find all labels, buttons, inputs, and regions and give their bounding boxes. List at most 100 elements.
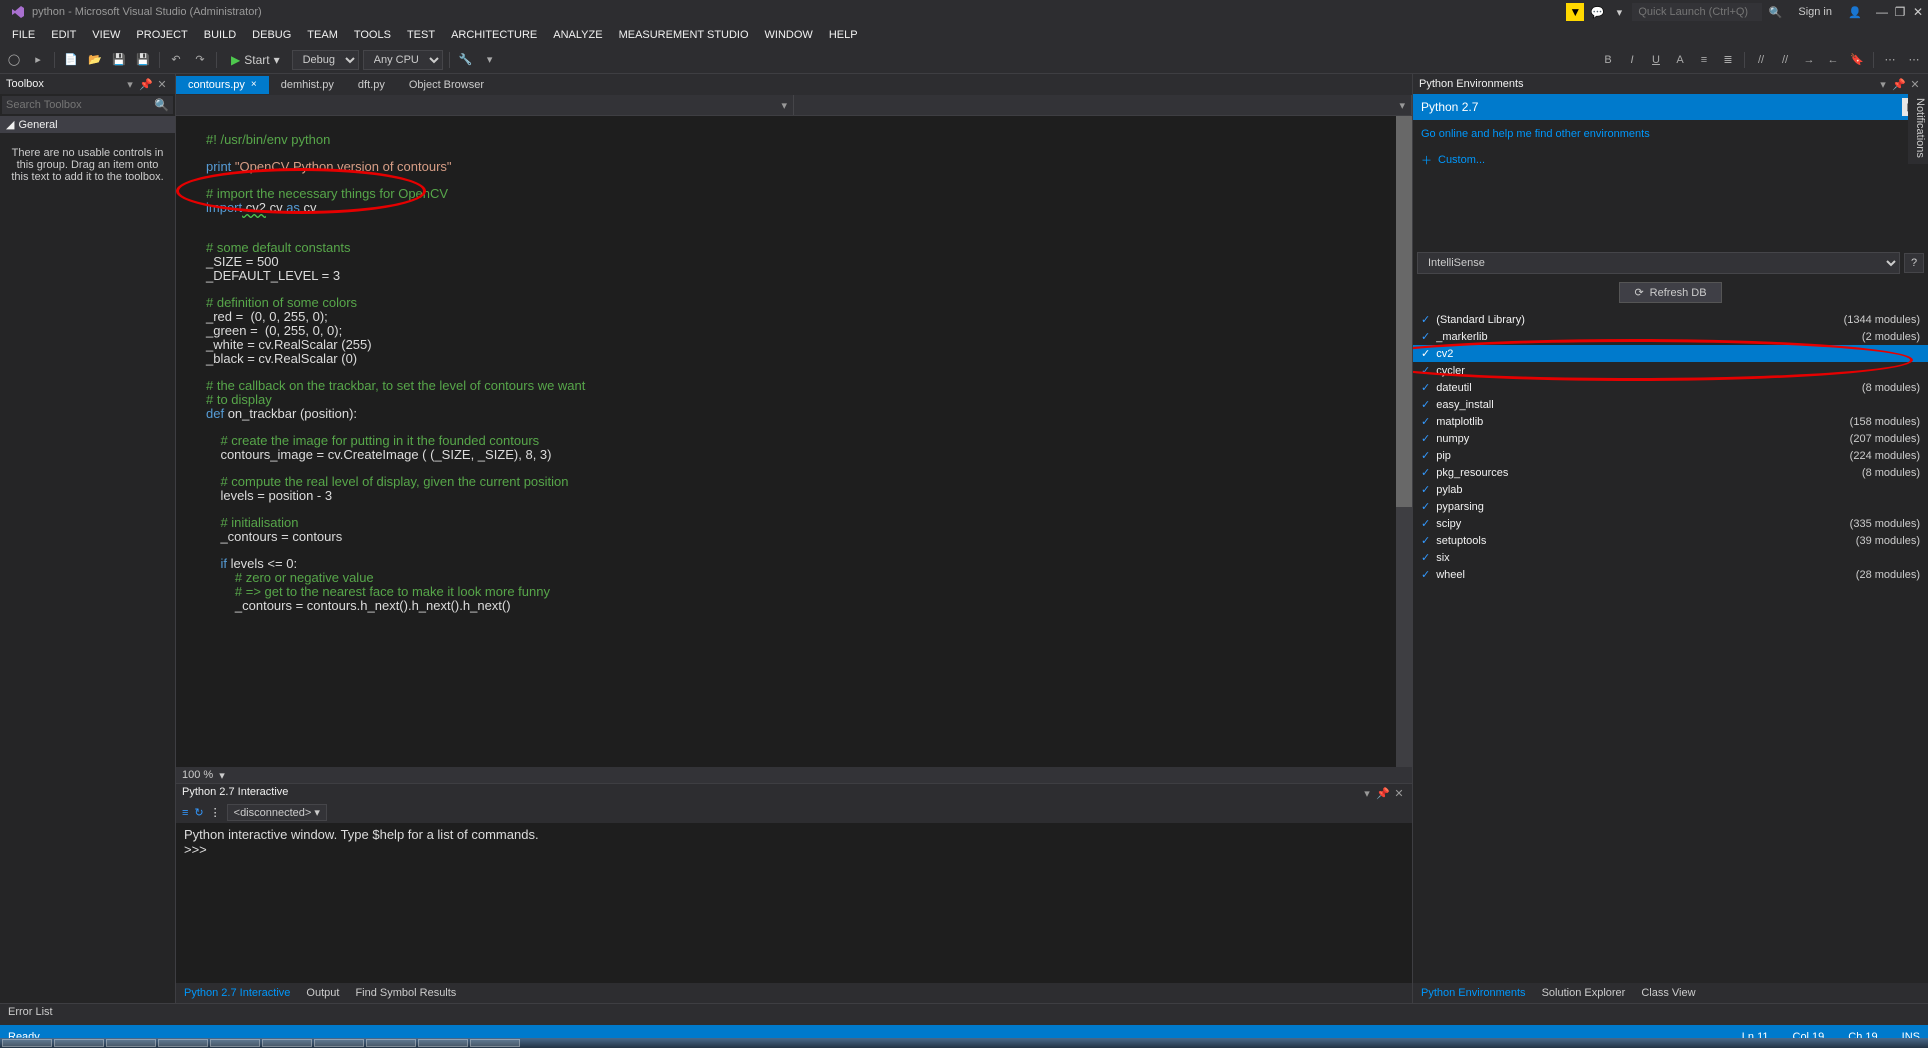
- indent-button[interactable]: →: [1799, 50, 1819, 70]
- panel-dropdown-icon[interactable]: ▾: [1360, 786, 1374, 800]
- module-item-pylab[interactable]: ✓pylab: [1413, 481, 1928, 498]
- taskbar-item[interactable]: [418, 1039, 468, 1047]
- bottom-tab-output[interactable]: Output: [298, 985, 347, 1001]
- interactive-repl[interactable]: Python interactive window. Type $help fo…: [176, 823, 1412, 983]
- open-file-button[interactable]: 📂: [85, 50, 105, 70]
- bottom-tab-interactive[interactable]: Python 2.7 Interactive: [176, 985, 298, 1001]
- minimize-button[interactable]: —: [1876, 6, 1888, 18]
- search-icon[interactable]: 🔍: [154, 98, 169, 112]
- platform-select[interactable]: Any CPU: [363, 50, 443, 70]
- search-icon[interactable]: 🔍: [1766, 3, 1784, 21]
- taskbar-item[interactable]: [262, 1039, 312, 1047]
- interactive-state-combo[interactable]: <disconnected> ▾: [227, 804, 327, 821]
- menu-tools[interactable]: TOOLS: [346, 27, 399, 43]
- tab-dft[interactable]: dft.py: [346, 76, 397, 94]
- env-custom-link[interactable]: ＋ Custom...: [1413, 148, 1928, 172]
- module-item-cv2[interactable]: ✓cv2: [1413, 345, 1928, 362]
- account-icon[interactable]: 👤: [1846, 3, 1864, 21]
- bold-button[interactable]: B: [1598, 50, 1618, 70]
- undo-button[interactable]: ↶: [166, 50, 186, 70]
- module-item-pyparsing[interactable]: ✓pyparsing: [1413, 498, 1928, 515]
- save-button[interactable]: 💾: [109, 50, 129, 70]
- save-all-button[interactable]: 💾: [133, 50, 153, 70]
- menu-debug[interactable]: DEBUG: [244, 27, 299, 43]
- module-item-dateutil[interactable]: ✓dateutil(8 modules): [1413, 379, 1928, 396]
- panel-pin-icon[interactable]: 📌: [1376, 786, 1390, 800]
- refresh-db-button[interactable]: ⟳ Refresh DB: [1619, 282, 1721, 303]
- taskbar-item[interactable]: [158, 1039, 208, 1047]
- zoom-value[interactable]: 100 %: [182, 769, 213, 781]
- extra-icon[interactable]: ⋯: [1880, 50, 1900, 70]
- panel-close-icon[interactable]: ✕: [155, 77, 169, 91]
- font-color-button[interactable]: A: [1670, 50, 1690, 70]
- new-project-button[interactable]: 📄: [61, 50, 81, 70]
- right-tab-solution[interactable]: Solution Explorer: [1534, 985, 1634, 1001]
- taskbar[interactable]: [0, 1038, 1928, 1048]
- panel-pin-icon[interactable]: 📌: [139, 77, 153, 91]
- taskbar-item[interactable]: [366, 1039, 416, 1047]
- toolbox-general-section[interactable]: ◢ General: [0, 116, 175, 133]
- menu-view[interactable]: VIEW: [84, 27, 128, 43]
- taskbar-item[interactable]: [106, 1039, 156, 1047]
- env-current[interactable]: Python 2.7 ▣: [1413, 94, 1928, 120]
- config-select[interactable]: Debug: [292, 50, 359, 70]
- comment-button[interactable]: //: [1751, 50, 1771, 70]
- menu-architecture[interactable]: ARCHITECTURE: [443, 27, 545, 43]
- code-editor[interactable]: #! /usr/bin/env python print "OpenCV Pyt…: [176, 116, 1412, 767]
- error-list-bar[interactable]: Error List: [0, 1003, 1928, 1025]
- menu-edit[interactable]: EDIT: [43, 27, 84, 43]
- module-item-numpy[interactable]: ✓numpy(207 modules): [1413, 430, 1928, 447]
- underline-button[interactable]: U: [1646, 50, 1666, 70]
- align-button[interactable]: ≡: [1694, 50, 1714, 70]
- right-tab-envs[interactable]: Python Environments: [1413, 985, 1534, 1001]
- nav-fwd-button[interactable]: ▸: [28, 50, 48, 70]
- module-item-pkgresources[interactable]: ✓pkg_resources(8 modules): [1413, 464, 1928, 481]
- panel-dropdown-icon[interactable]: ▾: [123, 77, 137, 91]
- intellisense-dropdown[interactable]: IntelliSense: [1417, 252, 1900, 274]
- taskbar-item[interactable]: [470, 1039, 520, 1047]
- notify-filter-icon[interactable]: ▼: [1566, 3, 1584, 21]
- taskbar-item[interactable]: [314, 1039, 364, 1047]
- menu-team[interactable]: TEAM: [299, 27, 346, 43]
- menu-analyze[interactable]: ANALYZE: [545, 27, 610, 43]
- start-debug-button[interactable]: ▶Start▾: [223, 51, 288, 69]
- tab-object-browser[interactable]: Object Browser: [397, 76, 496, 94]
- sign-in-link[interactable]: Sign in: [1798, 6, 1832, 18]
- taskbar-item[interactable]: [210, 1039, 260, 1047]
- int-btn1[interactable]: ≡: [182, 807, 188, 819]
- module-item-easyinstall[interactable]: ✓easy_install: [1413, 396, 1928, 413]
- menu-help[interactable]: HELP: [821, 27, 866, 43]
- scope-combo[interactable]: ▾: [176, 95, 794, 115]
- panel-close-icon[interactable]: ✕: [1908, 77, 1922, 91]
- toolbox-search[interactable]: 🔍: [2, 96, 173, 114]
- module-item-pip[interactable]: ✓pip(224 modules): [1413, 447, 1928, 464]
- uncomment-button[interactable]: //: [1775, 50, 1795, 70]
- tab-contours[interactable]: contours.py×: [176, 76, 269, 94]
- member-combo[interactable]: ▾: [794, 95, 1412, 115]
- extra-icon2[interactable]: ⋯: [1904, 50, 1924, 70]
- taskbar-item[interactable]: [2, 1039, 52, 1047]
- tab-close-icon[interactable]: ×: [251, 79, 257, 90]
- menu-build[interactable]: BUILD: [196, 27, 244, 43]
- taskbar-item[interactable]: [54, 1039, 104, 1047]
- tab-demhist[interactable]: demhist.py: [269, 76, 346, 94]
- help-button[interactable]: ?: [1904, 253, 1924, 273]
- italic-button[interactable]: I: [1622, 50, 1642, 70]
- notify-bell-icon[interactable]: ▾: [1610, 3, 1628, 21]
- process-button[interactable]: 🔧: [456, 50, 476, 70]
- feedback-icon[interactable]: 💬: [1588, 3, 1606, 21]
- unk-icon[interactable]: ▾: [480, 50, 500, 70]
- module-item-setuptools[interactable]: ✓setuptools(39 modules): [1413, 532, 1928, 549]
- menu-window[interactable]: WINDOW: [757, 27, 821, 43]
- redo-button[interactable]: ↷: [190, 50, 210, 70]
- int-btn2[interactable]: ↻: [194, 806, 203, 819]
- close-button[interactable]: ✕: [1912, 6, 1924, 18]
- outdent-button[interactable]: ←: [1823, 50, 1843, 70]
- module-item-cycler[interactable]: ✓cycler: [1413, 362, 1928, 379]
- panel-dropdown-icon[interactable]: ▾: [1876, 77, 1890, 91]
- nav-back-button[interactable]: ◯: [4, 50, 24, 70]
- editor-scrollbar[interactable]: [1396, 116, 1412, 767]
- module-item-standardlibrary[interactable]: ✓(Standard Library)(1344 modules): [1413, 311, 1928, 328]
- bookmark-button[interactable]: 🔖: [1847, 50, 1867, 70]
- right-tab-classview[interactable]: Class View: [1633, 985, 1703, 1001]
